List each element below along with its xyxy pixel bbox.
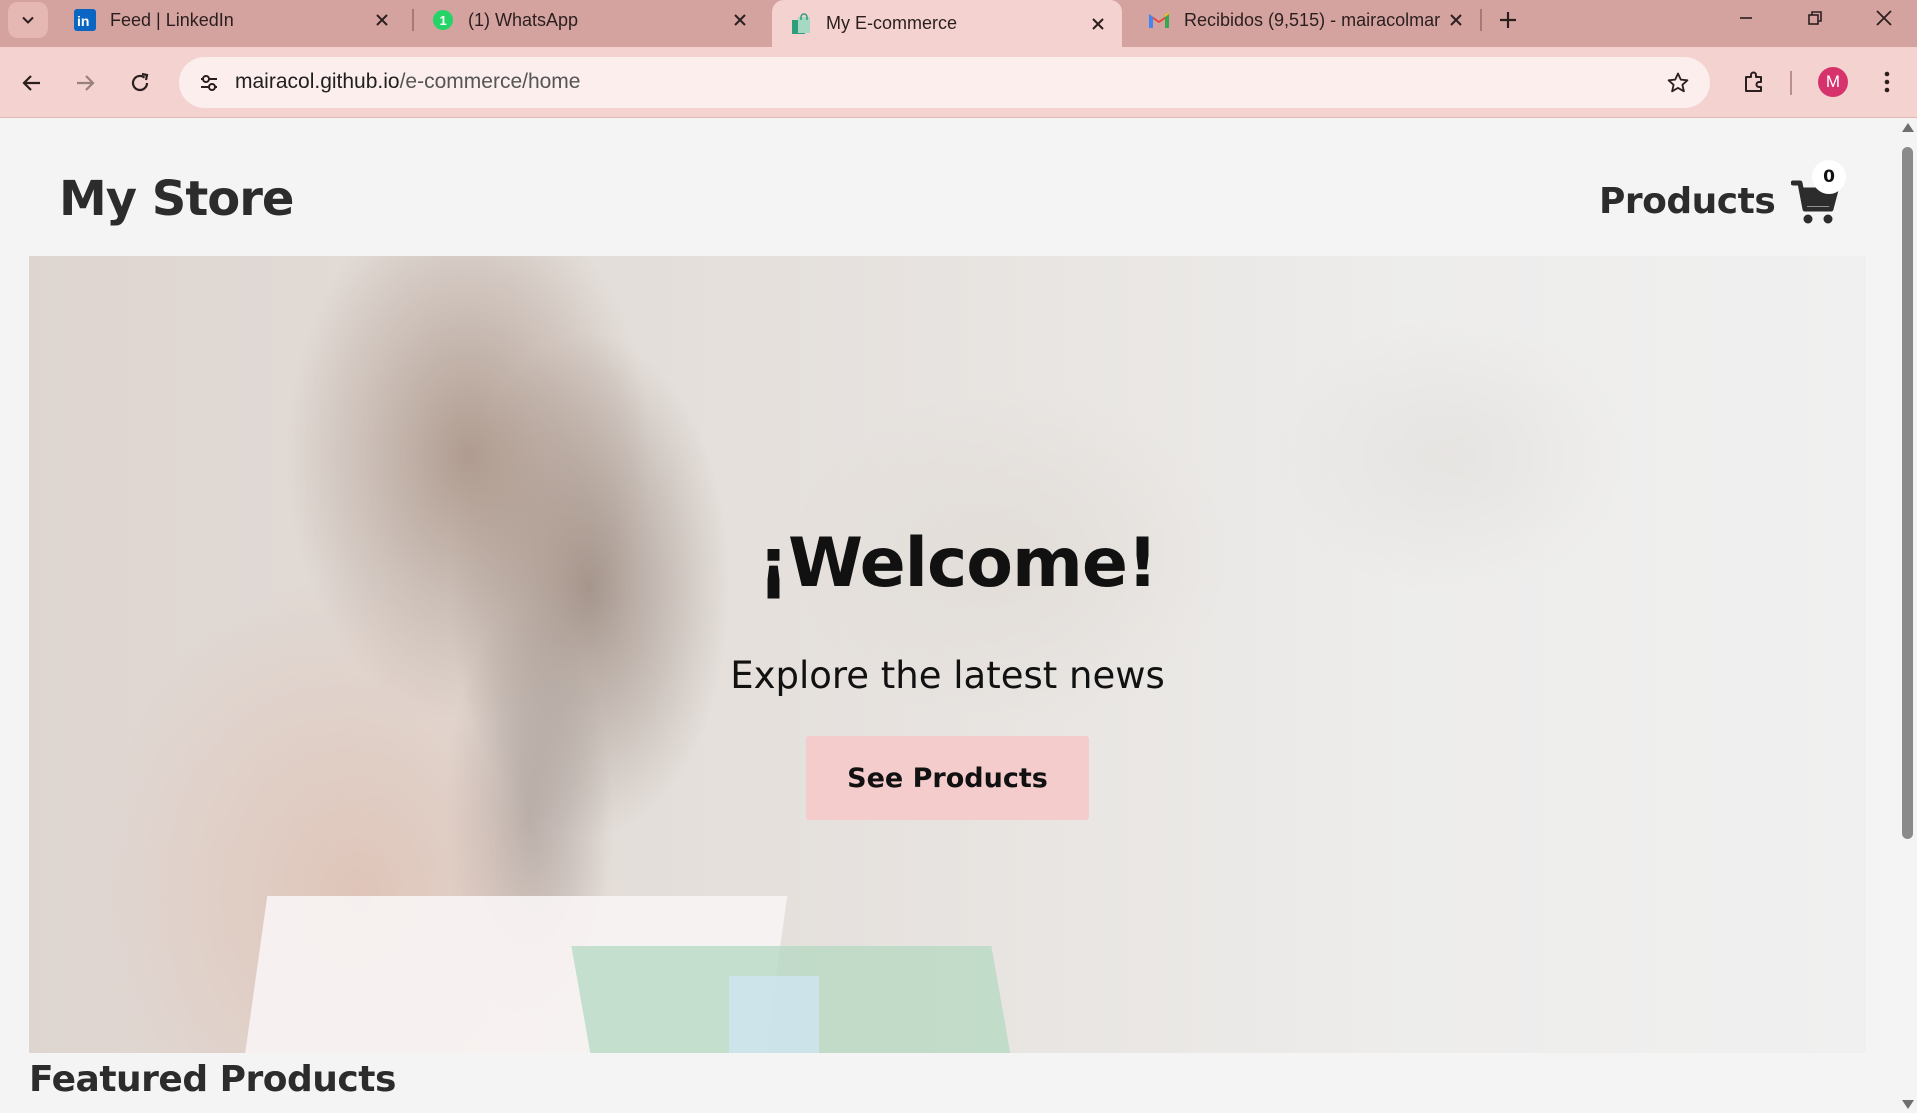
- url-text[interactable]: mairacol.github.io/e-commerce/home: [235, 70, 580, 94]
- close-icon[interactable]: [728, 8, 752, 32]
- svg-text:in: in: [77, 13, 89, 29]
- hero-subtitle: Explore the latest news: [730, 654, 1165, 697]
- browser-toolbar: mairacol.github.io/e-commerce/home M: [0, 47, 1917, 118]
- restore-icon: [1808, 11, 1822, 25]
- close-icon[interactable]: [370, 8, 394, 32]
- puzzle-icon: [1745, 71, 1762, 92]
- shopping-bag-icon: [790, 12, 812, 35]
- tab-gmail[interactable]: Recibidos (9,515) - mairacolmar: [1130, 0, 1480, 40]
- linkedin-icon: in: [74, 9, 96, 31]
- bookmark-star-icon[interactable]: [1664, 69, 1692, 97]
- tab-whatsapp[interactable]: 1 (1) WhatsApp: [414, 0, 764, 40]
- extensions-button[interactable]: [1736, 64, 1772, 100]
- nav-products-link[interactable]: Products: [1599, 181, 1776, 222]
- see-products-button[interactable]: See Products: [806, 736, 1089, 820]
- new-tab-button[interactable]: [1492, 4, 1524, 36]
- scrollbar-thumb[interactable]: [1902, 147, 1913, 839]
- minimize-button[interactable]: [1716, 0, 1776, 36]
- tab-my-ecommerce[interactable]: My E-commerce: [772, 0, 1122, 47]
- scroll-up-arrow[interactable]: [1902, 123, 1914, 132]
- reload-button[interactable]: [122, 65, 158, 101]
- window-close-button[interactable]: [1854, 0, 1914, 36]
- close-icon[interactable]: [1444, 8, 1468, 32]
- hero-banner: ¡Welcome! Explore the latest news See Pr…: [29, 256, 1866, 1053]
- close-icon[interactable]: [1086, 12, 1110, 36]
- profile-avatar[interactable]: M: [1818, 67, 1848, 97]
- browser-tab-strip: in Feed | LinkedIn 1 (1) WhatsApp My E-c…: [0, 0, 1917, 47]
- featured-products-heading: Featured Products: [29, 1059, 396, 1100]
- svg-text:1: 1: [440, 13, 447, 28]
- plus-icon: [1500, 12, 1516, 28]
- site-header: My Store Products 0: [29, 151, 1866, 256]
- whatsapp-icon: 1: [432, 9, 454, 31]
- reload-icon: [131, 72, 149, 92]
- url-host: mairacol.github.io: [235, 70, 400, 93]
- url-path: /e-commerce/home: [399, 70, 581, 93]
- scroll-down-arrow[interactable]: [1902, 1100, 1914, 1109]
- tab-search-button[interactable]: [8, 2, 48, 38]
- tab-linkedin[interactable]: in Feed | LinkedIn: [56, 0, 406, 40]
- page-scrollbar[interactable]: [1898, 119, 1917, 1113]
- chevron-down-icon: [22, 16, 34, 24]
- arrow-left-icon: [22, 75, 40, 91]
- tab-title: Feed | LinkedIn: [110, 9, 234, 30]
- hero-title: ¡Welcome!: [757, 524, 1158, 603]
- forward-button[interactable]: [67, 65, 103, 101]
- address-bar[interactable]: mairacol.github.io/e-commerce/home: [179, 57, 1710, 108]
- restore-button[interactable]: [1785, 0, 1845, 36]
- site-info-icon[interactable]: [193, 67, 225, 99]
- tab-title: My E-commerce: [826, 13, 958, 33]
- close-icon: [1876, 10, 1892, 26]
- minimize-icon: [1740, 17, 1752, 19]
- more-vertical-icon: [1884, 71, 1890, 93]
- store-logo[interactable]: My Store: [59, 171, 294, 227]
- gmail-icon: [1148, 9, 1170, 31]
- page-viewport: My Store Products 0 ¡Welcome! Explore th…: [0, 119, 1898, 1113]
- toolbar-divider: [1790, 71, 1792, 95]
- back-button[interactable]: [14, 65, 50, 101]
- arrow-right-icon: [77, 75, 95, 91]
- tab-title: Recibidos (9,515) - mairacolmar: [1184, 9, 1441, 30]
- cart-count-badge: 0: [1812, 160, 1846, 194]
- tab-title: (1) WhatsApp: [468, 9, 579, 30]
- browser-menu-button[interactable]: [1872, 64, 1902, 100]
- tab-divider: [1480, 9, 1482, 31]
